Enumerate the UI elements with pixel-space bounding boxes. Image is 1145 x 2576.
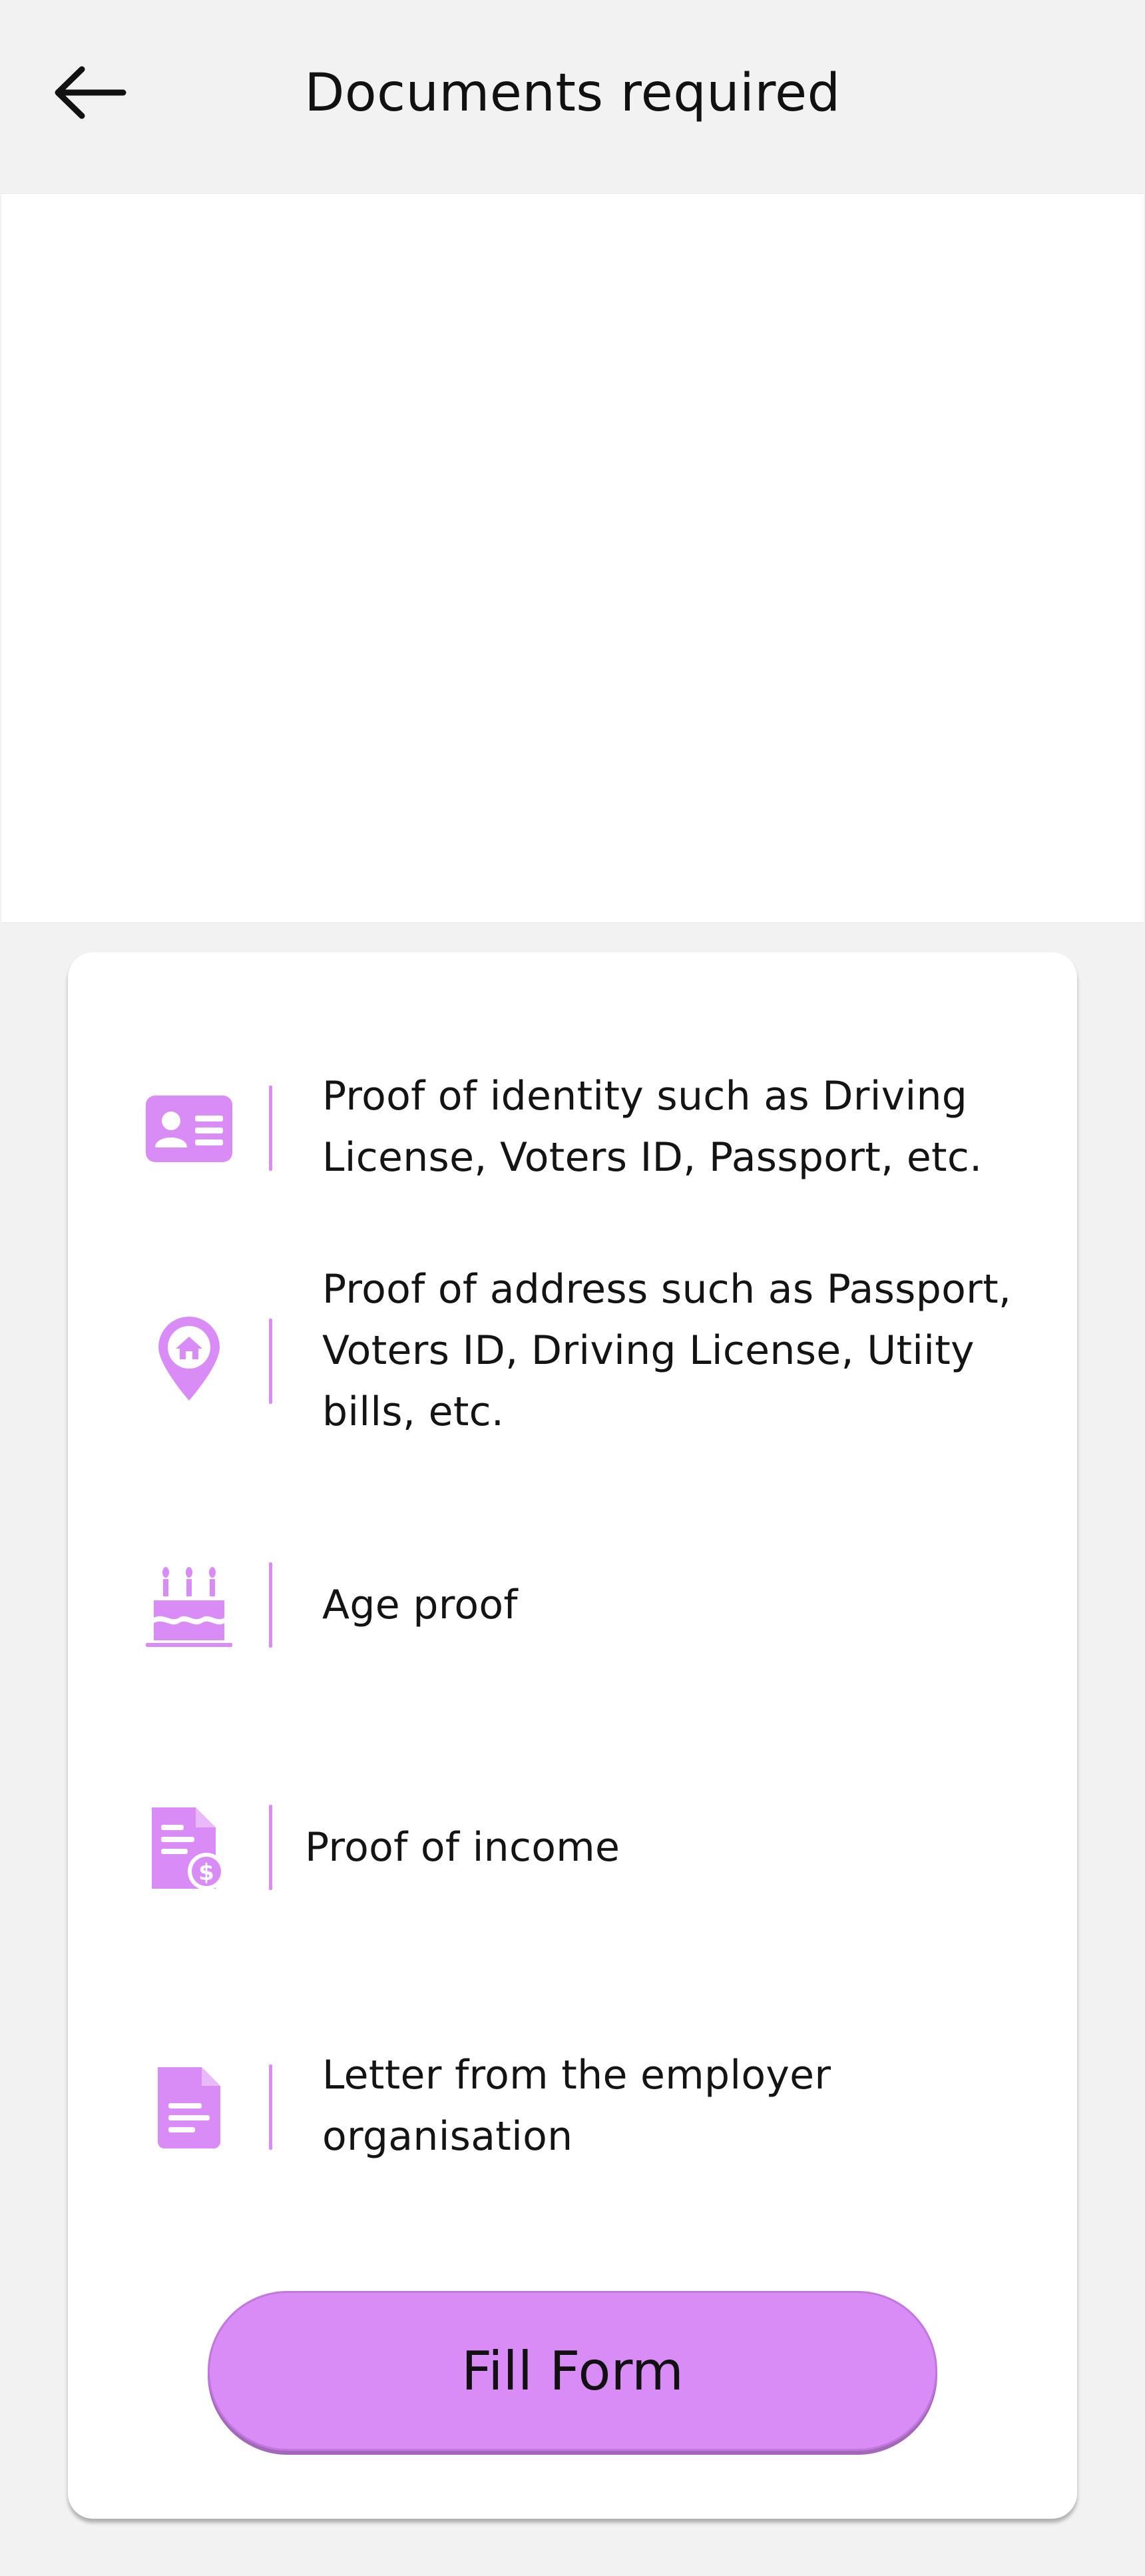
document-item-income: $ Proof of income xyxy=(68,1785,1077,1918)
svg-text:$: $ xyxy=(198,1859,214,1886)
fill-form-button[interactable]: Fill Form xyxy=(208,2291,937,2451)
income-document-icon: $ xyxy=(142,1801,236,1895)
document-item-address: Proof of address such as Passport, Voter… xyxy=(68,1259,1077,1458)
banner-placeholder xyxy=(1,193,1144,923)
document-item-identity: Proof of identity such as Driving Licens… xyxy=(68,1052,1077,1205)
divider xyxy=(269,1562,272,1648)
id-card-icon xyxy=(142,1082,236,1175)
document-text: Proof of income xyxy=(305,1824,620,1871)
document-text: Proof of address such as Passport, Voter… xyxy=(322,1266,1012,1435)
birthday-cake-icon xyxy=(142,1558,236,1652)
location-home-icon xyxy=(142,1312,236,1405)
page-title: Documents required xyxy=(304,63,841,123)
document-item-letter: Letter from the employer organisation xyxy=(68,2031,1077,2184)
document-text: Proof of identity such as Driving Licens… xyxy=(322,1073,983,1181)
documents-card: Proof of identity such as Driving Licens… xyxy=(68,952,1077,2519)
document-item-age: Age proof xyxy=(68,1538,1077,1672)
divider xyxy=(269,1319,272,1404)
document-text: Age proof xyxy=(322,1582,518,1628)
letter-document-icon xyxy=(142,2061,236,2154)
document-text: Letter from the employer organisation xyxy=(322,2052,831,2160)
divider xyxy=(269,1805,272,1890)
divider xyxy=(269,1086,272,1171)
divider xyxy=(269,2065,272,2150)
app-bar: Documents required xyxy=(0,0,1145,192)
